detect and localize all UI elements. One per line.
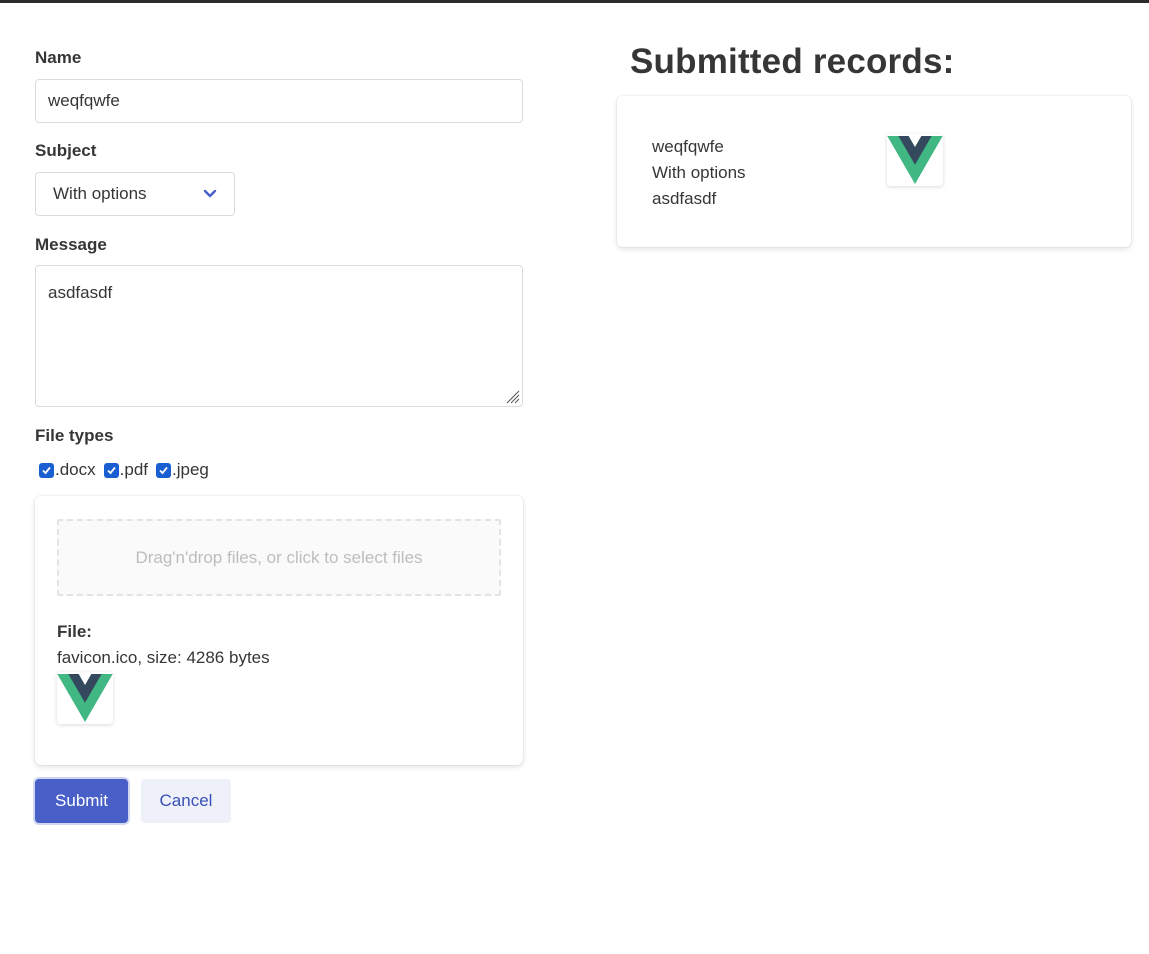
message-text: asdfasdf xyxy=(48,283,113,302)
record-details: weqfqwfe With options asdfasdf xyxy=(652,134,746,212)
checkbox-checked-icon[interactable] xyxy=(156,462,171,478)
checkbox-label: .jpeg xyxy=(172,460,209,479)
checkbox-jpeg[interactable]: .jpeg xyxy=(156,460,209,480)
subject-label: Subject xyxy=(35,141,97,160)
name-input[interactable]: weqfqwfe xyxy=(35,79,523,123)
window-top-border xyxy=(0,0,1149,3)
checkbox-checked-icon[interactable] xyxy=(39,462,54,478)
checkbox-docx[interactable]: .docx xyxy=(39,460,96,480)
vue-logo-icon xyxy=(887,136,943,184)
file-types-label: File types xyxy=(35,426,114,445)
name-label: Name xyxy=(35,48,82,67)
vue-logo-icon xyxy=(57,674,113,722)
checkbox-pdf[interactable]: .pdf xyxy=(103,460,148,480)
record-name: weqfqwfe xyxy=(652,137,724,156)
record-file-thumbnail xyxy=(887,134,943,186)
file-label: File: xyxy=(57,622,92,641)
record-message: asdfasdf xyxy=(652,189,717,208)
file-dropzone[interactable]: Drag'n'drop files, or click to select fi… xyxy=(57,519,501,596)
chevron-down-icon xyxy=(203,189,217,198)
cancel-button[interactable]: Cancel xyxy=(141,779,231,823)
message-label: Message xyxy=(35,235,107,254)
checkbox-checked-icon[interactable] xyxy=(103,462,119,478)
message-textarea[interactable]: asdfasdf xyxy=(35,265,523,407)
checkbox-label: .docx xyxy=(55,460,96,479)
dropzone-text: Drag'n'drop files, or click to select fi… xyxy=(135,547,423,567)
resize-handle-icon[interactable] xyxy=(504,388,520,404)
checkbox-label: .pdf xyxy=(119,460,148,479)
submit-button[interactable]: Submit xyxy=(35,779,128,823)
file-types-group: .docx .pdf .jpeg xyxy=(39,460,217,480)
subject-select[interactable]: With options xyxy=(35,172,235,216)
record-subject: With options xyxy=(652,163,746,182)
records-title: Submitted records: xyxy=(630,42,955,81)
file-preview-thumbnail xyxy=(57,672,113,724)
subject-selected-value: With options xyxy=(53,184,147,203)
file-info: favicon.ico, size: 4286 bytes xyxy=(57,648,270,667)
record-card: weqfqwfe With options asdfasdf xyxy=(617,96,1131,247)
upload-card: Drag'n'drop files, or click to select fi… xyxy=(35,496,523,765)
